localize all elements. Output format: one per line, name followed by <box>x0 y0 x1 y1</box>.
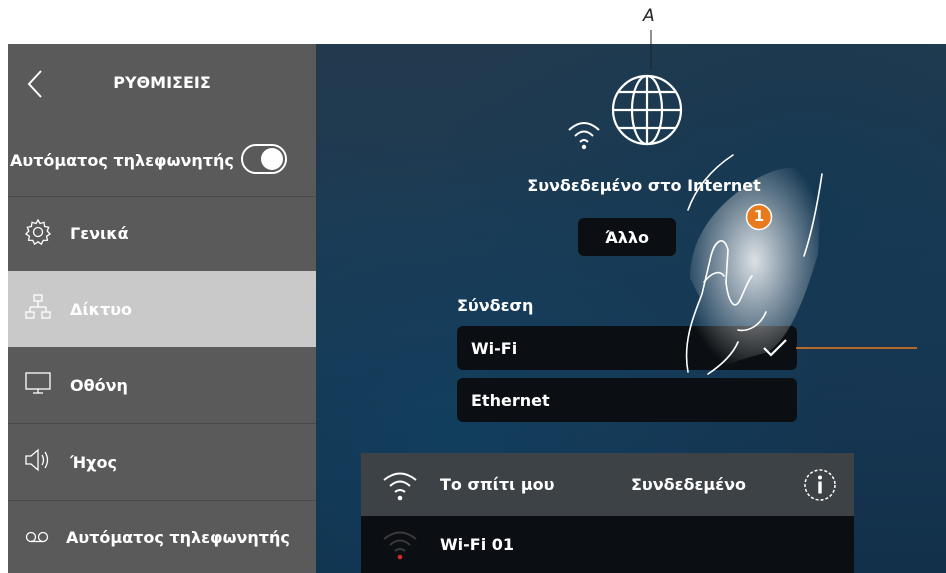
settings-sidebar: ΡΥΘΜΙΣΕΙΣ Αυτόματος τηλεφωνητής Γενικά Δ… <box>8 44 316 573</box>
option-label: Ethernet <box>471 390 550 410</box>
sidebar-item-label: Ήχος <box>70 452 117 472</box>
sidebar-item-label: Δίκτυο <box>70 299 132 319</box>
wifi-signal-icon <box>381 467 419 503</box>
speaker-icon <box>24 446 56 478</box>
network-row[interactable]: Wi-Fi 01 <box>361 516 854 573</box>
sidebar-item-general[interactable]: Γενικά <box>8 196 316 271</box>
network-status: Συνδεδεμένο <box>631 475 746 494</box>
other-button[interactable]: Άλλο <box>578 218 676 256</box>
sidebar-item-label: Οθόνη <box>70 375 128 395</box>
sidebar-title: ΡΥΘΜΙΣΕΙΣ <box>113 73 211 92</box>
wifi-weak-signal-icon <box>381 526 419 562</box>
sidebar-header: ΡΥΘΜΙΣΕΙΣ <box>8 44 316 124</box>
sidebar-item-display[interactable]: Οθόνη <box>8 347 316 423</box>
info-icon[interactable] <box>802 467 838 503</box>
connection-label: Σύνδεση <box>457 296 534 315</box>
answering-toggle-label: Αυτόματος τηλεφωνητής <box>10 150 234 170</box>
sidebar-item-sound[interactable]: Ήχος <box>8 424 316 500</box>
callout-label-a: A <box>643 6 655 26</box>
option-ethernet[interactable]: Ethernet <box>457 378 797 422</box>
sidebar-item-label: Αυτόματος τηλεφωνητής <box>66 527 290 547</box>
sidebar-item-network[interactable]: Δίκτυο <box>8 271 316 347</box>
network-name: Το σπίτι μου <box>440 475 555 494</box>
answering-machine-toggle-row: Αυτόματος τηλεφωνητής <box>8 124 316 196</box>
network-name: Wi-Fi 01 <box>440 535 515 554</box>
globe-icon <box>609 70 685 148</box>
other-button-label: Άλλο <box>605 227 649 247</box>
answering-toggle-switch[interactable] <box>241 144 287 174</box>
sidebar-item-label: Γενικά <box>70 224 129 243</box>
network-row-connected[interactable]: Το σπίτι μου Συνδεδεμένο <box>361 453 854 516</box>
wifi-icon <box>564 112 604 152</box>
voicemail-icon <box>24 523 56 551</box>
network-icon <box>24 293 56 325</box>
gear-icon <box>24 218 56 250</box>
connection-status-text: Συνδεδεμένο στο Internet <box>527 176 761 195</box>
step-number: 1 <box>753 207 765 225</box>
display-icon <box>24 369 56 401</box>
option-wifi[interactable]: Wi-Fi <box>457 326 797 370</box>
sidebar-item-answering-machine[interactable]: Αυτόματος τηλεφωνητής <box>8 501 316 573</box>
option-label: Wi-Fi <box>471 338 518 358</box>
checkmark-icon <box>761 336 789 360</box>
